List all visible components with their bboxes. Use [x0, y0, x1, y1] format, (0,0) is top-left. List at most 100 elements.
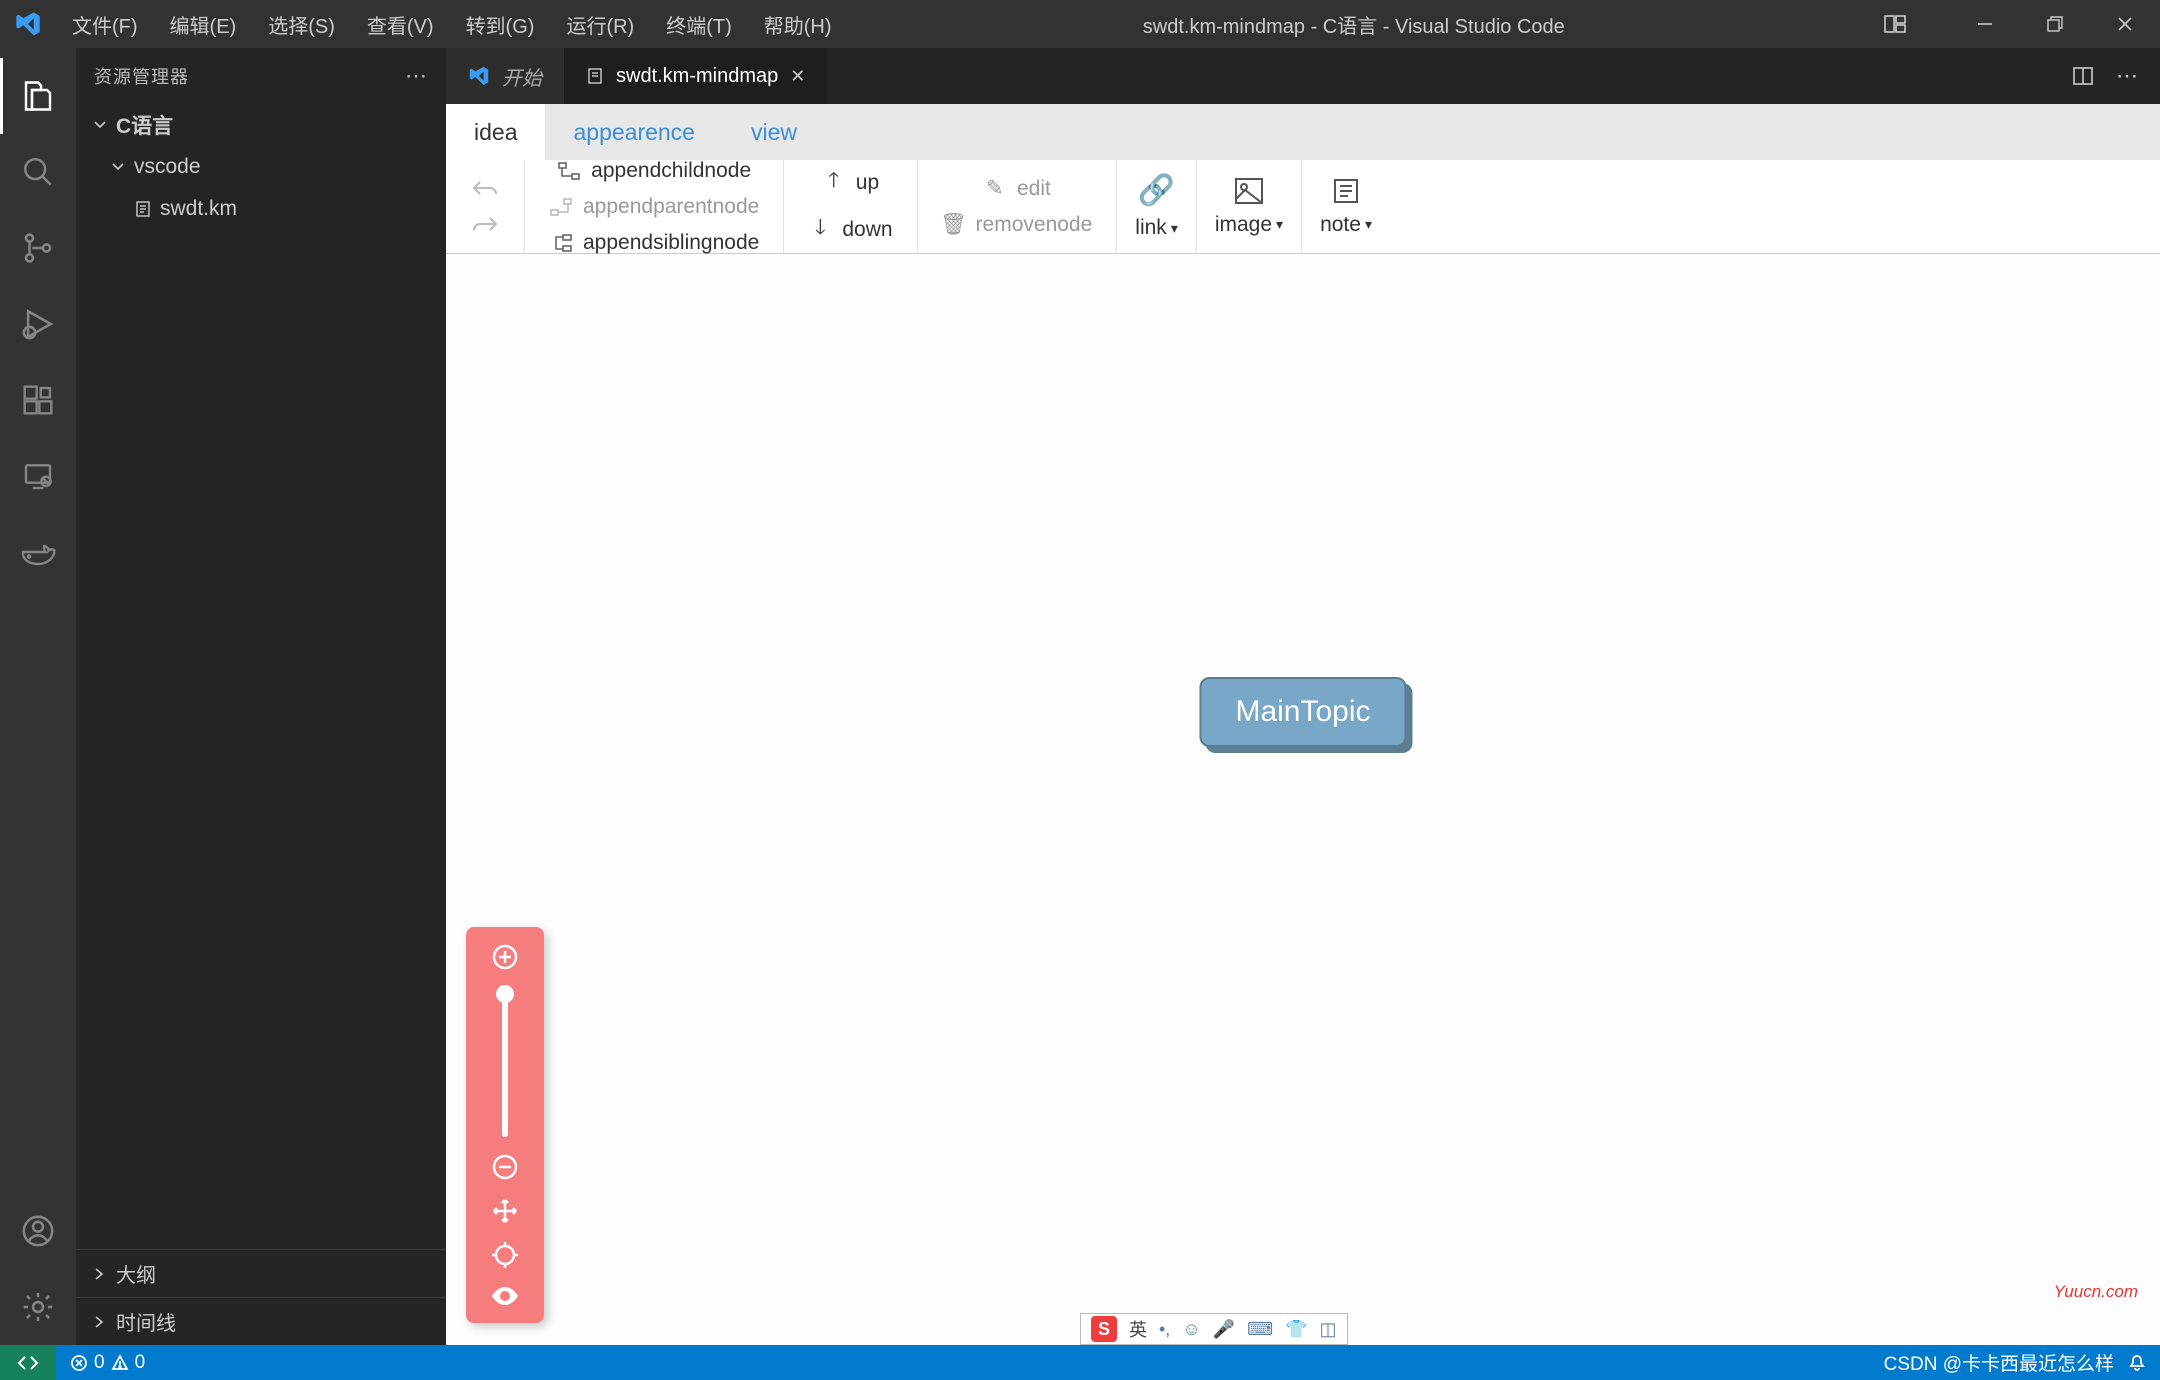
- chevron-down-icon: [110, 159, 126, 175]
- btn-label: up: [856, 171, 879, 195]
- ime-keyboard-icon[interactable]: ⌨: [1247, 1319, 1273, 1340]
- docker-icon[interactable]: [0, 514, 76, 590]
- ime-punct-icon[interactable]: •,: [1159, 1319, 1170, 1340]
- file-icon: [586, 67, 604, 85]
- menu-go[interactable]: 转到(G): [450, 10, 551, 39]
- editor-area: 开始 swdt.km-mindmap ✕ ⋯ idea appearence v…: [446, 48, 2160, 1345]
- menu-edit[interactable]: 编辑(E): [154, 10, 253, 39]
- redo-button[interactable]: [464, 210, 506, 240]
- slider-thumb[interactable]: [496, 985, 514, 1003]
- ime-skin-icon[interactable]: 👕: [1285, 1319, 1307, 1340]
- undo-button[interactable]: [464, 174, 506, 204]
- image-icon: [1234, 177, 1264, 205]
- account-icon[interactable]: [0, 1193, 76, 1269]
- edit-button[interactable]: ✎edit: [977, 172, 1057, 205]
- file-icon: [134, 200, 152, 218]
- preview-button[interactable]: [490, 1285, 520, 1307]
- vscode-logo-icon: [0, 10, 56, 38]
- mindmap-tab-appearence[interactable]: appearence: [545, 104, 723, 160]
- sidebar-more-icon[interactable]: ⋯: [405, 63, 428, 89]
- ime-emoji-icon[interactable]: ☺: [1182, 1319, 1200, 1340]
- node-sibling-icon: [549, 234, 573, 252]
- ime-bar[interactable]: S 英 •, ☺ 🎤 ⌨ 👕 ◫: [1080, 1313, 1348, 1345]
- tab-label: 开始: [502, 62, 542, 91]
- trash-icon: 🗑: [942, 213, 966, 237]
- menu-bar: 文件(F) 编辑(E) 选择(S) 查看(V) 转到(G) 运行(R) 终端(T…: [56, 10, 848, 39]
- main-topic-node[interactable]: MainTopic: [1199, 677, 1406, 747]
- remove-node-button[interactable]: 🗑removenode: [936, 209, 1099, 241]
- explorer-icon[interactable]: [0, 58, 76, 134]
- section-label: 时间线: [116, 1307, 176, 1336]
- btn-label: link: [1135, 216, 1167, 240]
- btn-label: down: [842, 218, 892, 242]
- caret-down-icon: ▾: [1171, 220, 1178, 237]
- file-label: swdt.km: [160, 197, 237, 221]
- tab-welcome[interactable]: 开始: [446, 48, 564, 104]
- pan-button[interactable]: [491, 1197, 519, 1225]
- sidebar: 资源管理器 ⋯ C语言 vscode swdt.km 大纲: [76, 48, 446, 1345]
- project-name: C语言: [116, 110, 173, 140]
- tree-folder-vscode[interactable]: vscode: [76, 146, 446, 188]
- minimize-button[interactable]: [1950, 0, 2020, 48]
- close-tab-icon[interactable]: ✕: [790, 66, 805, 87]
- watermark-text: Yuucn.com: [2054, 1282, 2138, 1302]
- problems-item[interactable]: 0 0: [56, 1352, 159, 1374]
- more-actions-icon[interactable]: ⋯: [2116, 63, 2138, 89]
- remote-button[interactable]: [0, 1345, 56, 1380]
- append-parent-button[interactable]: appendparentnode: [543, 191, 765, 223]
- remote-explorer-icon[interactable]: [0, 438, 76, 514]
- layout-icon[interactable]: [1860, 0, 1930, 48]
- editor-tabs: 开始 swdt.km-mindmap ✕ ⋯: [446, 48, 2160, 104]
- extensions-icon[interactable]: [0, 362, 76, 438]
- tree-file-swdt[interactable]: swdt.km: [76, 188, 446, 230]
- maximize-button[interactable]: [2020, 0, 2090, 48]
- arrow-up-icon: 🡑: [822, 166, 846, 201]
- btn-label: image: [1215, 213, 1272, 237]
- mindmap-tab-idea[interactable]: idea: [446, 104, 545, 160]
- edit-icon: ✎: [983, 176, 1007, 201]
- mindmap-toolbar: appendchildnode appendparentnode appends…: [446, 160, 2160, 254]
- menu-run[interactable]: 运行(R): [550, 10, 650, 39]
- node-child-icon: [557, 162, 581, 180]
- menu-view[interactable]: 查看(V): [351, 10, 450, 39]
- move-up-button[interactable]: 🡑 up: [816, 162, 885, 205]
- menu-selection[interactable]: 选择(S): [252, 10, 351, 39]
- split-editor-icon[interactable]: [2072, 65, 2094, 87]
- menu-file[interactable]: 文件(F): [56, 10, 154, 39]
- zoom-slider[interactable]: [502, 987, 508, 1137]
- menu-terminal[interactable]: 终端(T): [650, 10, 748, 39]
- note-icon: [1332, 177, 1360, 205]
- link-dropdown[interactable]: 🔗 link▾: [1117, 160, 1197, 253]
- mindmap-tabs: idea appearence view: [446, 104, 2160, 160]
- note-dropdown[interactable]: note▾: [1302, 160, 1390, 253]
- tab-mindmap[interactable]: swdt.km-mindmap ✕: [564, 48, 827, 104]
- timeline-section[interactable]: 时间线: [76, 1297, 446, 1345]
- run-debug-icon[interactable]: [0, 286, 76, 362]
- caret-down-icon: ▾: [1276, 216, 1283, 233]
- locate-button[interactable]: [491, 1241, 519, 1269]
- tree-root[interactable]: C语言: [76, 104, 446, 146]
- ime-voice-icon[interactable]: 🎤: [1213, 1319, 1235, 1340]
- zoom-out-button[interactable]: [491, 1153, 519, 1181]
- ime-language[interactable]: 英: [1129, 1316, 1147, 1342]
- settings-icon[interactable]: [0, 1269, 76, 1345]
- warnings-count: 0: [135, 1352, 146, 1374]
- mindmap-tab-view[interactable]: view: [723, 104, 825, 160]
- menu-help[interactable]: 帮助(H): [748, 10, 848, 39]
- status-bar: 0 0 CSDN @卡卡西最近怎么样: [0, 1345, 2160, 1380]
- zoom-in-button[interactable]: [491, 943, 519, 971]
- ime-toolbox-icon[interactable]: ◫: [1320, 1319, 1337, 1340]
- titlebar: 文件(F) 编辑(E) 选择(S) 查看(V) 转到(G) 运行(R) 终端(T…: [0, 0, 2160, 48]
- outline-section[interactable]: 大纲: [76, 1249, 446, 1297]
- close-button[interactable]: [2090, 0, 2160, 48]
- search-icon[interactable]: [0, 134, 76, 210]
- append-child-button[interactable]: appendchildnode: [551, 155, 757, 187]
- mindmap-canvas[interactable]: MainTopic: [446, 254, 2160, 1345]
- notifications-icon[interactable]: [2128, 1354, 2146, 1372]
- error-icon: [70, 1354, 88, 1372]
- source-control-icon[interactable]: [0, 210, 76, 286]
- sidebar-title: 资源管理器: [94, 63, 189, 89]
- image-dropdown[interactable]: image▾: [1197, 160, 1302, 253]
- caret-down-icon: ▾: [1365, 216, 1372, 233]
- move-down-button[interactable]: 🡓down: [802, 209, 898, 252]
